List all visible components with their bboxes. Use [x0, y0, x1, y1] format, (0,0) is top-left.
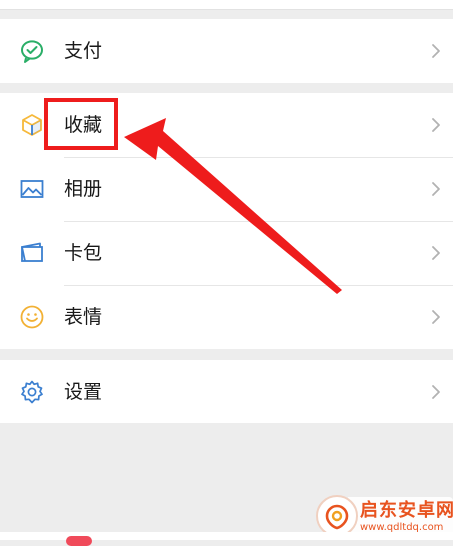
watermark-title: 启东安卓网 [360, 500, 453, 521]
annotation-highlight-box [44, 98, 118, 150]
smiley-face-icon [19, 304, 45, 330]
chevron-right-icon [432, 384, 440, 399]
settings-gear-icon [19, 379, 45, 405]
menu-item-album[interactable]: 相册 [0, 157, 453, 221]
menu-item-settings[interactable]: 设置 [0, 360, 453, 423]
tab-bar-indicator [66, 536, 92, 546]
menu-item-stickers-label: 表情 [64, 306, 103, 328]
menu-item-cards[interactable]: 卡包 [0, 221, 453, 285]
album-picture-icon [19, 176, 45, 202]
wechat-pay-icon [19, 38, 45, 64]
settings-group: 设置 [0, 360, 453, 423]
chevron-right-icon [432, 118, 440, 132]
card-wallet-icon [19, 240, 45, 266]
menu-item-cards-label: 卡包 [64, 242, 103, 264]
chevron-right-icon [432, 246, 440, 260]
pay-group: 支付 [0, 19, 453, 83]
watermark-logo [316, 495, 358, 537]
chevron-right-icon [432, 182, 440, 196]
previous-section-edge [0, 0, 453, 10]
menu-item-pay[interactable]: 支付 [0, 19, 453, 83]
menu-item-album-label: 相册 [64, 178, 103, 200]
favorites-cube-icon [19, 112, 45, 138]
menu-item-settings-label: 设置 [64, 380, 103, 403]
chevron-right-icon [432, 310, 440, 324]
chevron-right-icon [432, 44, 440, 58]
menu-item-stickers[interactable]: 表情 [0, 285, 453, 349]
menu-item-pay-label: 支付 [64, 40, 103, 62]
